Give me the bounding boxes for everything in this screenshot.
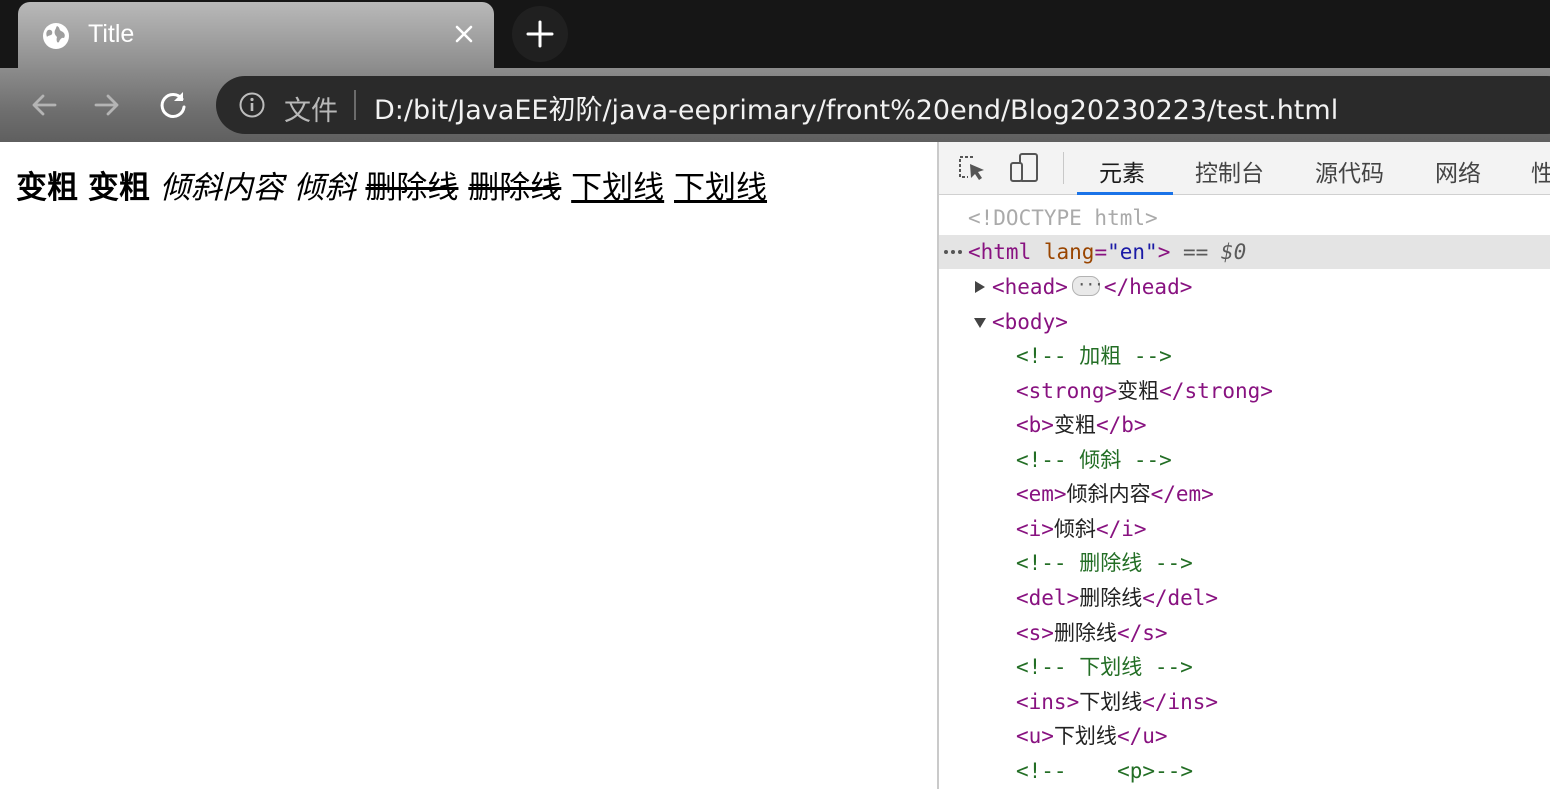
arrow-left-icon[interactable] <box>27 88 61 122</box>
b-text: 变粗 <box>87 170 150 206</box>
more-actions-icon[interactable] <box>943 249 965 255</box>
globe-icon <box>43 23 69 49</box>
dom-node-head[interactable]: <head> </head> <box>939 268 1550 304</box>
s-close-tag: </s> <box>1116 621 1168 645</box>
u-node-text: 下划线 <box>1053 724 1117 748</box>
b-open-tag: <b> <box>1016 413 1054 437</box>
b-close-tag: </b> <box>1095 413 1147 437</box>
new-tab-button[interactable] <box>512 6 568 62</box>
s-open-tag: <s> <box>1016 621 1054 645</box>
dom-node-comment-underline[interactable]: <!-- 下划线 --> <box>939 650 1550 684</box>
strong-node-text: 变粗 <box>1117 379 1160 403</box>
body-open-tag: <body> <box>992 310 1068 334</box>
del-open-tag: <del> <box>1016 586 1080 610</box>
head-close-tag: </head> <box>1103 275 1193 299</box>
dom-node-strong[interactable]: <strong>变粗</strong> <box>939 374 1550 408</box>
del-node-text: 删除线 <box>1079 586 1143 610</box>
dom-node-doctype[interactable]: <!DOCTYPE html> <box>939 201 1550 235</box>
html-open-tag-end: > <box>1157 240 1171 264</box>
s-node-text: 删除线 <box>1053 621 1117 645</box>
close-icon[interactable] <box>450 20 478 48</box>
tab-elements[interactable]: 元素 <box>1099 154 1145 188</box>
dom-node-em[interactable]: <em>倾斜内容</em> <box>939 477 1550 511</box>
dom-node-ins[interactable]: <ins>下划线</ins> <box>939 685 1550 719</box>
dom-node-u[interactable]: <u>下划线</u> <box>939 719 1550 753</box>
u-open-tag: <u> <box>1016 724 1054 748</box>
ins-open-tag: <ins> <box>1016 690 1080 714</box>
selected-node-marker: == $0 <box>1183 240 1247 264</box>
info-icon[interactable] <box>238 91 266 119</box>
u-close-tag: </u> <box>1116 724 1168 748</box>
em-text: 倾斜内容 <box>159 170 284 206</box>
strong-text: 变粗 <box>16 170 78 206</box>
del-text: 删除线 <box>365 170 459 206</box>
strong-close-tag: </strong> <box>1159 379 1273 403</box>
strong-open-tag: <strong> <box>1016 379 1118 403</box>
em-node-text: 倾斜内容 <box>1066 482 1151 506</box>
dom-node-i[interactable]: <i>倾斜</i> <box>939 512 1550 546</box>
tab-strip: Title <box>0 0 1550 68</box>
comment-text: <!-- 下划线 --> <box>1016 655 1193 679</box>
dom-node-s[interactable]: <s>删除线</s> <box>939 616 1550 650</box>
html-open-tag: <html <box>968 240 1032 264</box>
collapse-triangle-icon[interactable] <box>973 317 987 329</box>
del-close-tag: </del> <box>1142 586 1219 610</box>
ins-close-tag: </ins> <box>1142 690 1219 714</box>
ins-text: 下划线 <box>571 170 665 206</box>
dom-node-body[interactable]: <body> <box>939 305 1550 339</box>
i-open-tag: <i> <box>1016 517 1054 541</box>
dom-node-comment-italic[interactable]: <!-- 倾斜 --> <box>939 443 1550 477</box>
tab-performance[interactable]: 性 <box>1531 154 1550 188</box>
arrow-right-icon[interactable] <box>90 88 124 122</box>
em-open-tag: <em> <box>1016 482 1067 506</box>
scheme-label: 文件 <box>284 96 338 127</box>
inspect-cursor-icon[interactable] <box>955 151 989 185</box>
b-node-text: 变粗 <box>1053 413 1096 437</box>
i-close-tag: </i> <box>1095 517 1147 541</box>
comment-text: <!-- 加粗 --> <box>1016 344 1172 368</box>
comment-text: <!-- <p>--> <box>1016 759 1194 783</box>
address-bar[interactable]: 文件 D:/bit/JavaEE初阶/java-eeprimary/front%… <box>216 76 1550 134</box>
doctype-text: <!DOCTYPE html> <box>968 206 1158 230</box>
comment-text: <!-- 倾斜 --> <box>1016 448 1172 472</box>
lang-value: "en" <box>1107 240 1158 264</box>
dom-node-comment-bold[interactable]: <!-- 加粗 --> <box>939 339 1550 373</box>
dom-node-b[interactable]: <b>变粗</b> <box>939 408 1550 442</box>
tab-console[interactable]: 控制台 <box>1195 154 1264 188</box>
head-open-tag: <head> <box>992 275 1068 299</box>
collapsed-children-badge[interactable] <box>1071 268 1103 302</box>
ins-node-text: 下划线 <box>1079 690 1143 714</box>
i-node-text: 倾斜 <box>1053 517 1096 541</box>
dom-node-comment-del[interactable]: <!-- 删除线 --> <box>939 546 1550 580</box>
expand-triangle-icon[interactable] <box>974 280 986 294</box>
devtools-toolbar: 元素 控制台 源代码 网络 性 <box>939 142 1550 195</box>
url-text[interactable]: D:/bit/JavaEE初阶/java-eeprimary/front%20e… <box>374 88 1338 127</box>
tab-network[interactable]: 网络 <box>1435 154 1481 188</box>
i-text: 倾斜 <box>293 170 356 206</box>
comment-text: <!-- 删除线 --> <box>1016 551 1193 575</box>
browser-tab[interactable]: Title <box>18 2 494 68</box>
devtools-panel: 元素 控制台 源代码 网络 性 <!DOCTYPE html> <html la… <box>937 142 1550 789</box>
address-separator <box>354 90 356 120</box>
dom-node-comment-p[interactable]: <!-- <p>--> <box>939 754 1550 788</box>
elements-tree: <!DOCTYPE html> <html lang="en"> == $0 <… <box>939 195 1550 789</box>
reload-icon[interactable] <box>156 88 190 122</box>
lang-attr: lang <box>1043 240 1095 264</box>
tab-sources[interactable]: 源代码 <box>1315 154 1384 188</box>
dom-node-del[interactable]: <del>删除线</del> <box>939 581 1550 615</box>
s-text: 删除线 <box>468 170 562 206</box>
device-toolbar-icon[interactable] <box>1007 151 1041 185</box>
browser-toolbar: 文件 D:/bit/JavaEE初阶/java-eeprimary/front%… <box>0 68 1550 142</box>
tab-title: Title <box>88 20 135 48</box>
devtools-toolbar-separator <box>1063 152 1064 184</box>
page-viewport: 变粗 变粗 倾斜内容 倾斜 删除线 删除线 下划线 下划线 <box>0 142 937 789</box>
dom-node-html[interactable]: <html lang="en"> == $0 <box>939 235 1550 269</box>
u-text: 下划线 <box>674 170 768 206</box>
page-content-line: 变粗 变粗 倾斜内容 倾斜 删除线 删除线 下划线 下划线 <box>16 162 767 207</box>
em-close-tag: </em> <box>1150 482 1214 506</box>
plus-icon <box>526 20 554 48</box>
